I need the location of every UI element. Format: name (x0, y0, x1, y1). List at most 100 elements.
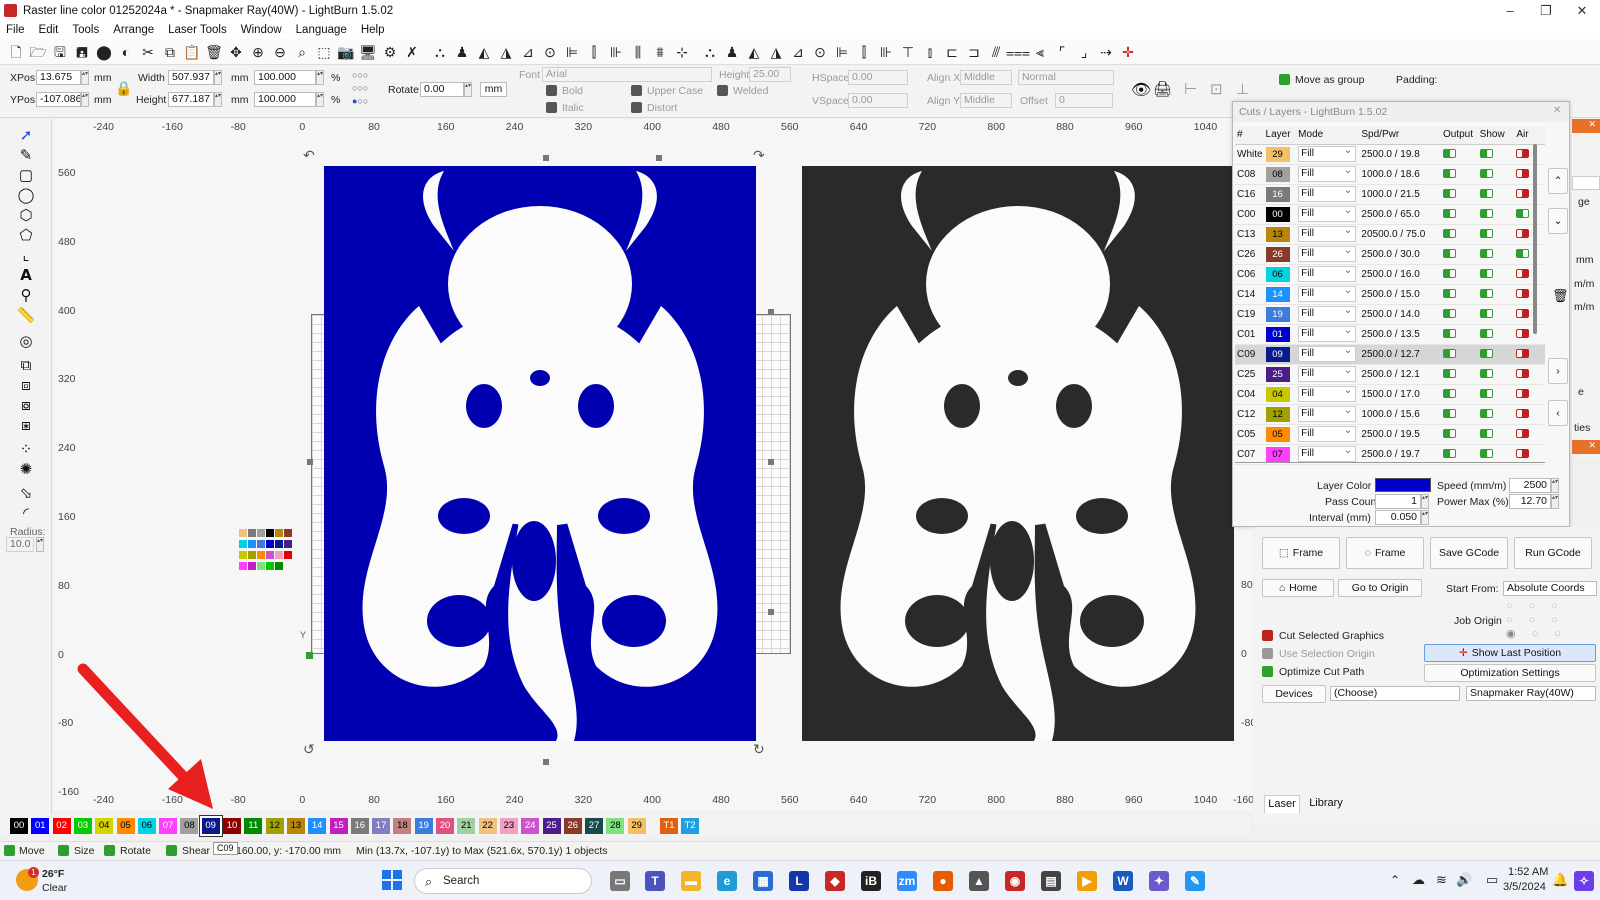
output-toggle[interactable] (1442, 409, 1456, 419)
align-middle-icon[interactable]: ⫿ (856, 44, 872, 60)
layers-header-cell[interactable]: Air (1514, 126, 1545, 145)
move-layer-up-icon[interactable]: ⌃ (1548, 168, 1568, 194)
show-toggle[interactable] (1479, 209, 1493, 219)
home-button[interactable]: ⌂ Home (1262, 579, 1334, 597)
show-toggle[interactable] (1479, 449, 1493, 459)
shear-checkbox[interactable] (166, 845, 177, 856)
palette-color-07[interactable]: 07 (159, 818, 178, 834)
zoom-in-icon[interactable]: ⊕ (250, 44, 266, 60)
palette-color-T2[interactable]: T2 (681, 818, 699, 834)
layer-number-swatch[interactable]: 12 (1265, 406, 1290, 422)
dark-octopus-panel[interactable] (802, 166, 1234, 741)
anchor-grid[interactable]: ○○○ ○○○ ●○○ (352, 69, 386, 109)
dock-left-align-icon[interactable]: ⊢ (1184, 80, 1197, 98)
layers-header-cell[interactable]: Spd/Pwr (1359, 126, 1441, 145)
menu-laser-tools[interactable]: Laser Tools (168, 24, 227, 36)
layer-row[interactable]: C0808 Fill1000.0 / 18.6 (1235, 164, 1545, 185)
layer-number-swatch[interactable]: 19 (1265, 306, 1290, 322)
palette-color-15[interactable]: 15 (329, 818, 348, 834)
air-toggle[interactable] (1516, 429, 1530, 439)
hspace-input[interactable]: 0.00 (848, 70, 908, 85)
mirror2-icon[interactable]: ⊿ (790, 44, 806, 60)
height-spinner[interactable]: ▴▾ (214, 92, 222, 107)
air-toggle[interactable] (1516, 169, 1530, 179)
flip3-icon[interactable]: ◮ (768, 44, 784, 60)
layer-number-swatch[interactable]: 08 (1265, 166, 1290, 182)
dock-right-icon[interactable]: ⊐ (966, 44, 982, 60)
menu-language[interactable]: Language (296, 24, 347, 36)
palette-color-05[interactable]: 05 (116, 818, 135, 834)
size-checkbox[interactable] (58, 845, 69, 856)
layer-row[interactable]: C0505 Fill2500.0 / 19.5 (1235, 424, 1545, 445)
select-arrow-icon[interactable]: ➚ (16, 127, 36, 145)
welded-checkbox[interactable] (717, 85, 728, 96)
cut-selected-checkbox[interactable] (1262, 630, 1273, 641)
copy-icon[interactable]: ⧉ (162, 44, 178, 60)
layer-row[interactable]: C0101 Fill2500.0 / 13.5 (1235, 324, 1545, 345)
weld-icon[interactable]: ⧉ (16, 357, 36, 375)
ypos-spinner[interactable]: ▴▾ (81, 92, 89, 107)
rotate-handle-bl-icon[interactable]: ↺ (303, 741, 315, 758)
show-toggle[interactable] (1479, 169, 1493, 179)
scale-height-spinner[interactable]: ▴▾ (316, 92, 324, 107)
firefox-icon[interactable]: ● (933, 871, 953, 891)
arrange-icon[interactable]: ⫷ (1032, 44, 1048, 60)
clock-time[interactable]: 1:52 AM (1508, 866, 1548, 878)
layers-scrollbar[interactable] (1533, 144, 1537, 334)
device-select[interactable]: Snapmaker Ray(40W) (1466, 686, 1596, 701)
rotate-handle-tl-icon[interactable]: ↶ (303, 147, 315, 164)
app-misc-icon[interactable]: ▤ (1041, 871, 1061, 891)
cuts-layers-close-icon[interactable]: ✕ (1553, 105, 1565, 117)
distribute-v-icon[interactable]: ⩩ (652, 44, 668, 60)
taskbar-search-box[interactable]: ⌕ Search (414, 868, 592, 894)
distort-checkbox[interactable] (631, 102, 642, 113)
aligny-select[interactable]: Middle (960, 93, 1012, 108)
open-file-icon[interactable]: 🗁 (29, 44, 46, 60)
palette-color-08[interactable]: 08 (180, 818, 199, 834)
output-toggle[interactable] (1442, 289, 1456, 299)
menu-arrange[interactable]: Arrange (113, 24, 154, 36)
speed-input[interactable]: 2500 (1509, 478, 1551, 493)
show-toggle[interactable] (1479, 349, 1493, 359)
air-toggle[interactable] (1516, 349, 1530, 359)
ib-app-icon[interactable]: iB (861, 871, 881, 891)
scale-handle-top-right[interactable] (656, 155, 662, 161)
layer-row[interactable]: C0000 Fill2500.0 / 65.0 (1235, 204, 1545, 225)
blue-octopus-panel[interactable] (324, 166, 756, 741)
position-marker-icon[interactable]: ⚲ (16, 287, 36, 305)
cut-icon[interactable]: ✂ (140, 44, 156, 60)
italic-checkbox[interactable] (546, 102, 557, 113)
palette-color-22[interactable]: 22 (478, 818, 497, 834)
flip2-icon[interactable]: ◭ (746, 44, 762, 60)
group-icon[interactable]: ⛬ (432, 44, 448, 60)
move-together-icon[interactable]: ⊹ (674, 44, 690, 60)
rotate-checkbox[interactable] (104, 845, 115, 856)
layer-number-swatch[interactable]: 00 (1265, 206, 1290, 222)
subtract-icon[interactable]: ⧇ (16, 397, 36, 415)
show-toggle[interactable] (1479, 409, 1493, 419)
palette-color-11[interactable]: 11 (244, 818, 263, 834)
ellipse-icon[interactable]: ◯ (16, 187, 36, 205)
rotate-spinner[interactable]: ▴▾ (464, 82, 472, 97)
palette-color-25[interactable]: 25 (542, 818, 561, 834)
air-toggle[interactable] (1516, 329, 1530, 339)
export-icon[interactable]: ◐ (118, 44, 134, 60)
palette-color-10[interactable]: 10 (223, 818, 241, 834)
pass-count-spinner[interactable]: ▴▾ (1421, 494, 1429, 509)
zoom-fit-icon[interactable]: ⌕ (294, 44, 310, 60)
intersect-icon[interactable]: ⧆ (16, 417, 36, 435)
dock-left-icon[interactable]: ⊏ (944, 44, 960, 60)
layer-row[interactable]: C0606 Fill2500.0 / 16.0 (1235, 264, 1545, 285)
dock-center-icon[interactable]: ⊡ (1210, 80, 1223, 98)
optimization-settings-button[interactable]: Optimization Settings (1424, 664, 1596, 682)
align-center-icon[interactable]: ⫿ (586, 44, 602, 60)
show-toggle[interactable] (1479, 189, 1493, 199)
move-layer-down-icon[interactable]: ⌄ (1548, 208, 1568, 234)
scale-handle-right[interactable] (768, 459, 774, 465)
monitor-icon[interactable]: 🖥 (359, 44, 377, 60)
align-bottom-icon[interactable]: ⊪ (878, 44, 894, 60)
mirror-icon[interactable]: ⊿ (520, 44, 536, 60)
scale-width-input[interactable]: 100.000 (254, 70, 316, 85)
rotate-handle-br-icon[interactable]: ↻ (753, 741, 765, 758)
air-toggle[interactable] (1516, 369, 1530, 379)
